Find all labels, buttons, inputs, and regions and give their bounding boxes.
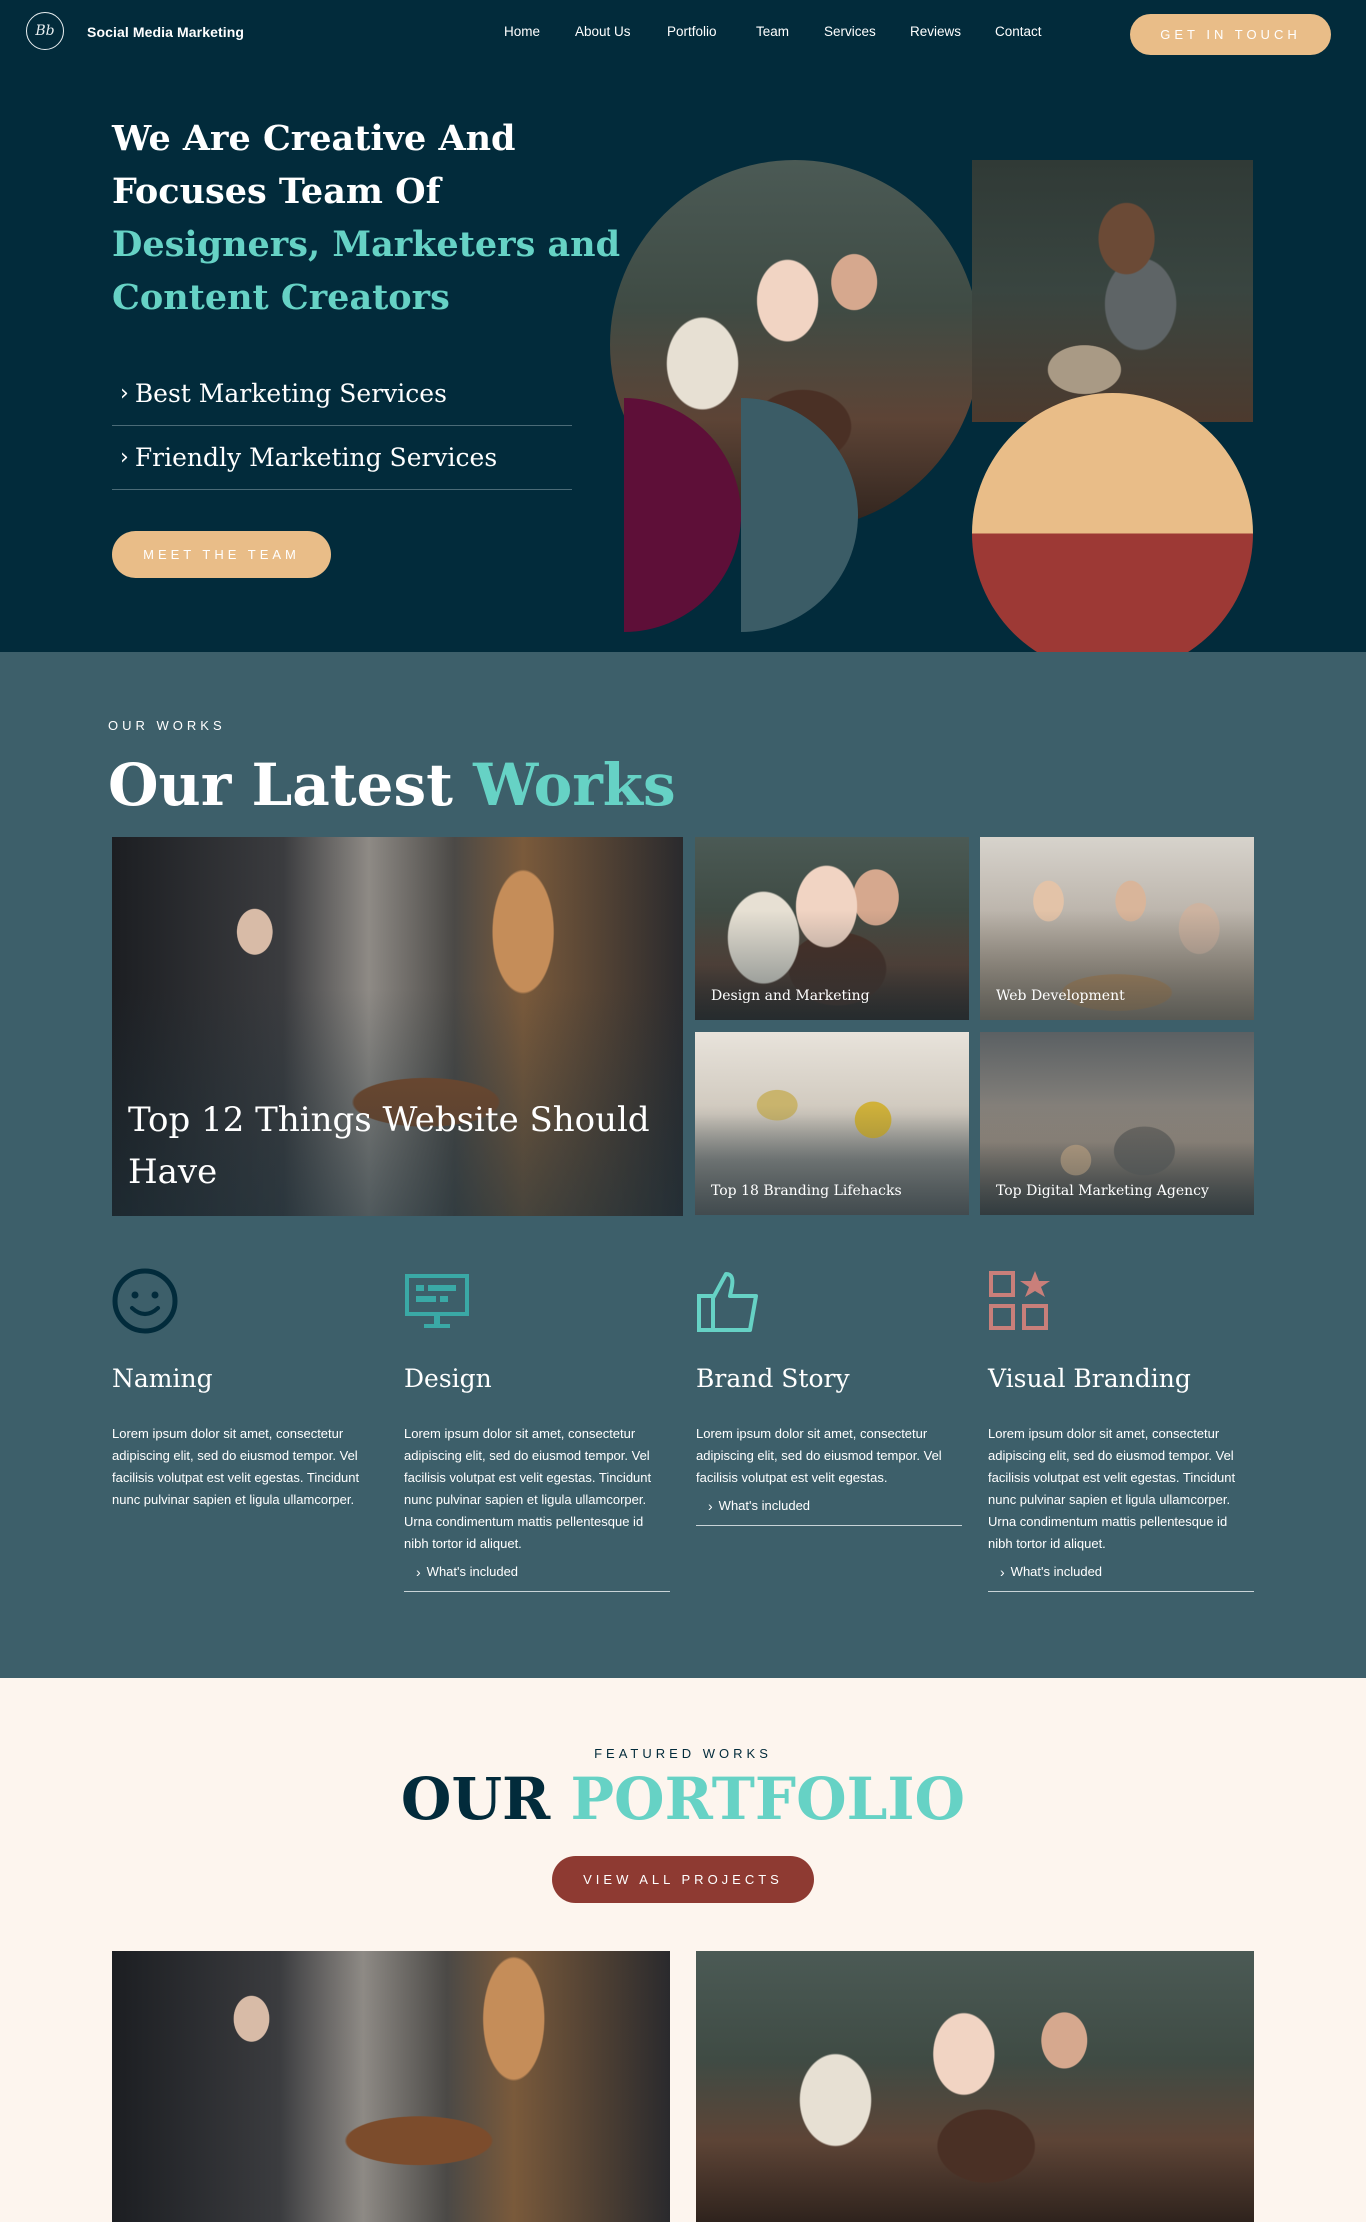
works-title: Our Latest Works (108, 752, 676, 818)
service-body: Lorem ipsum dolor sit amet, consectetur … (696, 1426, 942, 1485)
work-tile-caption: Top 18 Branding Lifehacks (711, 1183, 902, 1199)
works-eyebrow: OUR WORKS (108, 718, 226, 733)
work-tile-featured[interactable]: Top 12 Things Website Should Have (112, 837, 683, 1216)
hero-item-best-marketing[interactable]: › Best Marketing Services (112, 362, 572, 426)
nav-link-team[interactable]: Team (756, 24, 789, 39)
nav-link-portfolio[interactable]: Portfolio (667, 24, 717, 39)
logo-icon[interactable]: Bb (26, 12, 64, 50)
portfolio-title-main: OUR (400, 1765, 551, 1833)
hero-item-friendly-marketing[interactable]: › Friendly Marketing Services (112, 426, 572, 490)
service-body: Lorem ipsum dolor sit amet, consectetur … (404, 1426, 652, 1551)
link-label: What's included (426, 1564, 519, 1579)
monitor-icon (405, 1274, 469, 1328)
portfolio-item-cafe[interactable] (696, 1951, 1254, 2222)
link-label: What's included (718, 1498, 811, 1513)
chevron-right-icon: › (416, 1563, 421, 1580)
thumbs-up-icon (697, 1272, 758, 1332)
portfolio-section: FEATURED WORKS OUR PORTFOLIO VIEW ALL PR… (0, 1678, 1366, 2222)
works-title-main: Our Latest (108, 751, 453, 819)
works-section: OUR WORKS Our Latest Works Top 12 Things… (0, 652, 1366, 1678)
portfolio-title-accent: PORTFOLIO (570, 1765, 966, 1833)
portfolio-eyebrow: FEATURED WORKS (594, 1746, 772, 1761)
nav-link-about[interactable]: About Us (575, 24, 631, 39)
hero-rect-photo (972, 160, 1253, 422)
chevron-right-icon: › (1000, 1563, 1005, 1580)
work-tile-caption: Design and Marketing (711, 988, 870, 1004)
whats-included-link[interactable]: › What's included (988, 1552, 1254, 1592)
hero-title-accent: Content Creators (112, 277, 450, 318)
top-nav: Bb Social Media Marketing Home About Us … (0, 0, 1366, 66)
portfolio-title: OUR PORTFOLIO (0, 1766, 1366, 1832)
work-tile-digital-agency[interactable]: Top Digital Marketing Agency (980, 1032, 1254, 1215)
nav-link-contact[interactable]: Contact (995, 24, 1042, 39)
hero-title-accent: Designers, Marketers and (112, 224, 621, 265)
work-tile-caption: Top 12 Things Website Should Have (128, 1100, 650, 1192)
whats-included-link[interactable]: › What's included (404, 1552, 670, 1592)
chevron-right-icon: › (708, 1497, 713, 1514)
nav-link-services[interactable]: Services (824, 24, 876, 39)
chevron-right-icon: › (120, 381, 129, 406)
hero-section: We Are Creative And Focuses Team Of Desi… (0, 66, 1366, 652)
brand-name[interactable]: Social Media Marketing (87, 24, 244, 40)
sand-brick-circle-shape (972, 393, 1253, 652)
nav-link-home[interactable]: Home (504, 24, 540, 39)
logo-glyph: Bb (35, 23, 55, 39)
hero-title-line: We Are Creative And (112, 118, 516, 159)
view-all-projects-button[interactable]: VIEW ALL PROJECTS (552, 1856, 814, 1903)
meet-the-team-button[interactable]: MEET THE TEAM (112, 531, 331, 578)
works-title-accent: Works (473, 751, 676, 819)
service-title: Naming (112, 1364, 213, 1393)
smiley-icon (112, 1268, 178, 1334)
whats-included-link[interactable]: › What's included (696, 1486, 962, 1526)
portfolio-item-meeting[interactable] (112, 1951, 670, 2222)
get-in-touch-button[interactable]: GET IN TOUCH (1130, 14, 1331, 55)
hero-title: We Are Creative And Focuses Team Of Desi… (112, 112, 632, 324)
grid-star-icon (989, 1271, 1050, 1330)
work-tile-caption: Top Digital Marketing Agency (996, 1183, 1209, 1199)
work-tile-branding-lifehacks[interactable]: Top 18 Branding Lifehacks (695, 1032, 969, 1215)
link-label: What's included (1010, 1564, 1103, 1579)
chevron-right-icon: › (120, 445, 129, 470)
service-body: Lorem ipsum dolor sit amet, consectetur … (988, 1426, 1236, 1551)
service-title: Design (404, 1364, 492, 1393)
service-body: Lorem ipsum dolor sit amet, consectetur … (112, 1426, 360, 1507)
work-tile-caption: Web Development (996, 988, 1125, 1004)
service-title: Brand Story (696, 1364, 850, 1393)
hero-title-line: Focuses Team Of (112, 171, 441, 212)
hero-item-label: Best Marketing Services (134, 379, 447, 408)
service-title: Visual Branding (988, 1364, 1191, 1393)
hero-item-label: Friendly Marketing Services (134, 443, 498, 472)
nav-link-reviews[interactable]: Reviews (910, 24, 961, 39)
work-tile-design-marketing[interactable]: Design and Marketing (695, 837, 969, 1020)
work-tile-web-development[interactable]: Web Development (980, 837, 1254, 1020)
